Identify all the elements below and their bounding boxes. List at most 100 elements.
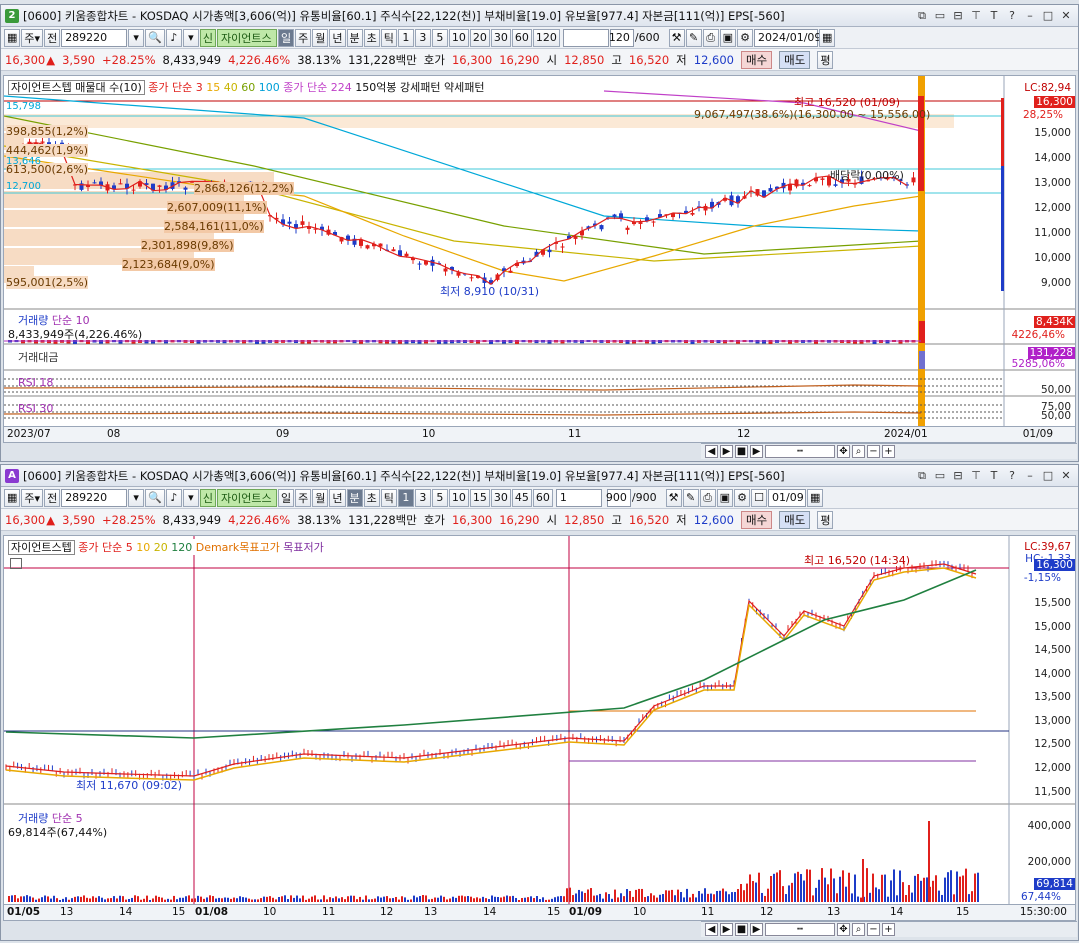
period-month[interactable]: 월 [312,28,329,47]
close-icon[interactable]: ✕ [1058,468,1074,484]
dropdown-icon[interactable]: ▾ [182,28,199,47]
interval-60[interactable]: 60 [511,28,532,47]
period-day[interactable]: 일 [278,488,295,507]
zoom-slider[interactable]: ┅ [765,923,835,936]
period-year[interactable]: 년 [329,28,346,47]
restore-link-icon[interactable]: ⧉ [914,8,930,24]
print-icon[interactable]: ⎙ [699,488,716,507]
scroll-right-icon[interactable]: ▶ [750,445,763,458]
code-dropdown-icon[interactable]: ▾ [128,488,145,507]
layout-icon[interactable]: ▦ [4,488,21,507]
tool-icon[interactable]: ⚒ [665,488,682,507]
interval-20[interactable]: 20 [469,28,490,47]
plus-icon[interactable]: + [882,923,895,936]
period-month[interactable]: 월 [312,488,329,507]
eval-button[interactable]: 평 [817,50,834,69]
interval-15[interactable]: 15 [469,488,490,507]
minute-chart-area[interactable]: 자이언트스텝 종가 단순 5 10 20 120 Demark목표고가 목표저가… [3,535,1076,921]
save-icon[interactable]: ▣ [716,488,733,507]
zoom-icon[interactable]: ⌕ [852,445,865,458]
play-icon[interactable]: ▶ [720,923,733,936]
play-icon[interactable]: ▶ [720,445,733,458]
sound-icon[interactable]: ♪ [165,28,182,47]
prev-button[interactable]: 전 [44,28,61,47]
hand-icon[interactable]: ✥ [837,923,850,936]
draw-icon[interactable]: ✎ [685,28,702,47]
close-icon[interactable]: ✕ [1058,8,1074,24]
period-minute[interactable]: 분 [346,28,363,47]
layout-icon[interactable]: ▦ [4,28,21,47]
tile-icon[interactable]: ⊟ [950,468,966,484]
zoom-slider[interactable]: ┅ [765,445,835,458]
period-tick[interactable]: 틱 [380,488,397,507]
buy-button[interactable]: 매수 [741,510,773,529]
code-input[interactable]: 289220 [61,488,128,507]
sell-button[interactable]: 매도 [779,50,811,69]
minus-icon[interactable]: − [867,445,880,458]
gear-icon[interactable]: ⚙ [734,488,750,507]
dropdown-icon[interactable]: ▾ [182,488,199,507]
interval-input[interactable]: 1 [555,488,602,507]
sell-button[interactable]: 매도 [779,510,811,529]
scroll-left-icon[interactable]: ◀ [705,445,718,458]
code-input[interactable]: 289220 [61,28,128,47]
interval-30[interactable]: 30 [490,488,511,507]
minimize-icon[interactable]: ▭ [932,8,948,24]
period-week[interactable]: 주 [295,28,312,47]
minus-icon[interactable]: − [867,923,880,936]
print-icon[interactable]: ⎙ [702,28,719,47]
scroll-right-icon[interactable]: ▶ [750,923,763,936]
hand-icon[interactable]: ✥ [837,445,850,458]
interval-1[interactable]: 1 [397,28,414,47]
interval-30[interactable]: 30 [490,28,511,47]
period-minute[interactable]: 분 [346,488,363,507]
interval-120[interactable]: 120 [532,28,560,47]
search-icon[interactable]: 🔍 [145,488,165,507]
prev-button[interactable]: 전 [44,488,61,507]
pin-icon[interactable]: ⊤ [968,8,984,24]
font-icon[interactable]: T [986,468,1002,484]
plus-icon[interactable]: + [882,445,895,458]
type-select[interactable]: 주▾ [21,28,44,47]
grid-icon[interactable] [10,558,22,569]
period-day[interactable]: 일 [278,28,295,47]
checkbox[interactable]: ☐ [751,488,767,507]
tile-icon[interactable]: ⊟ [950,8,966,24]
window-min-icon[interactable]: – [1022,8,1038,24]
stop-icon[interactable]: ■ [735,445,748,458]
search-icon[interactable]: 🔍 [145,28,165,47]
period-tick[interactable]: 틱 [380,28,397,47]
interval-60[interactable]: 60 [532,488,553,507]
scroll-left-icon[interactable]: ◀ [705,923,718,936]
draw-icon[interactable]: ✎ [682,488,699,507]
period-week[interactable]: 주 [295,488,312,507]
calendar-icon[interactable]: ▦ [819,28,836,47]
sound-icon[interactable]: ♪ [165,488,182,507]
window-max-icon[interactable]: □ [1040,8,1056,24]
window-min-icon[interactable]: – [1022,468,1038,484]
date-input[interactable]: 2024/01/09 [754,28,821,47]
interval-5[interactable]: 5 [431,28,448,47]
eval-button[interactable]: 평 [817,510,834,529]
count-input[interactable]: 120 [609,28,634,47]
help-icon[interactable]: ? [1004,468,1020,484]
tool-icon[interactable]: ⚒ [668,28,685,47]
buy-button[interactable]: 매수 [741,50,773,69]
interval-input[interactable] [562,28,609,47]
calendar-icon[interactable]: ▦ [807,488,824,507]
code-dropdown-icon[interactable]: ▾ [128,28,145,47]
count-input[interactable]: 900 [606,488,631,507]
type-select[interactable]: 주▾ [21,488,44,507]
interval-5[interactable]: 5 [431,488,448,507]
zoom-icon[interactable]: ⌕ [852,923,865,936]
gear-icon[interactable]: ⚙ [737,28,753,47]
interval-3[interactable]: 3 [414,488,431,507]
period-year[interactable]: 년 [329,488,346,507]
window-max-icon[interactable]: □ [1040,468,1056,484]
interval-1[interactable]: 1 [397,488,414,507]
period-second[interactable]: 초 [363,28,380,47]
font-icon[interactable]: T [986,8,1002,24]
minimize-icon[interactable]: ▭ [932,468,948,484]
period-second[interactable]: 초 [363,488,380,507]
pin-icon[interactable]: ⊤ [968,468,984,484]
